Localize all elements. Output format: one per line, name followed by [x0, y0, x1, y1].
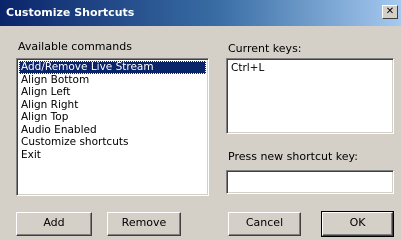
- current-key-item[interactable]: Ctrl+L: [231, 62, 389, 74]
- available-commands-label: Available commands: [18, 40, 132, 53]
- current-keys-label: Current keys:: [228, 42, 302, 55]
- customize-shortcuts-dialog: Customize Shortcuts ✕ Available commands…: [0, 0, 401, 240]
- list-item[interactable]: Align Top: [19, 111, 206, 124]
- list-item[interactable]: Align Bottom: [19, 74, 206, 87]
- list-item[interactable]: Align Left: [19, 86, 206, 99]
- list-item[interactable]: Align Right: [19, 99, 206, 112]
- cancel-button[interactable]: Cancel: [228, 212, 301, 236]
- new-shortcut-input[interactable]: [226, 170, 394, 194]
- list-item[interactable]: Add/Remove Live Stream: [19, 61, 206, 74]
- list-item[interactable]: Audio Enabled: [19, 124, 206, 137]
- current-keys-listbox[interactable]: Ctrl+L: [226, 58, 394, 134]
- list-item[interactable]: Exit: [19, 149, 206, 162]
- close-button[interactable]: ✕: [382, 5, 398, 19]
- new-shortcut-label: Press new shortcut key:: [228, 150, 358, 163]
- dialog-title: Customize Shortcuts: [6, 6, 135, 19]
- title-bar[interactable]: Customize Shortcuts ✕: [0, 0, 401, 26]
- commands-listbox[interactable]: Add/Remove Live Stream Align Bottom Alig…: [16, 58, 209, 196]
- add-button[interactable]: Add: [16, 212, 92, 236]
- ok-button[interactable]: OK: [321, 211, 394, 237]
- list-item[interactable]: Customize shortcuts: [19, 136, 206, 149]
- remove-button[interactable]: Remove: [107, 212, 181, 236]
- close-icon: ✕: [385, 6, 395, 17]
